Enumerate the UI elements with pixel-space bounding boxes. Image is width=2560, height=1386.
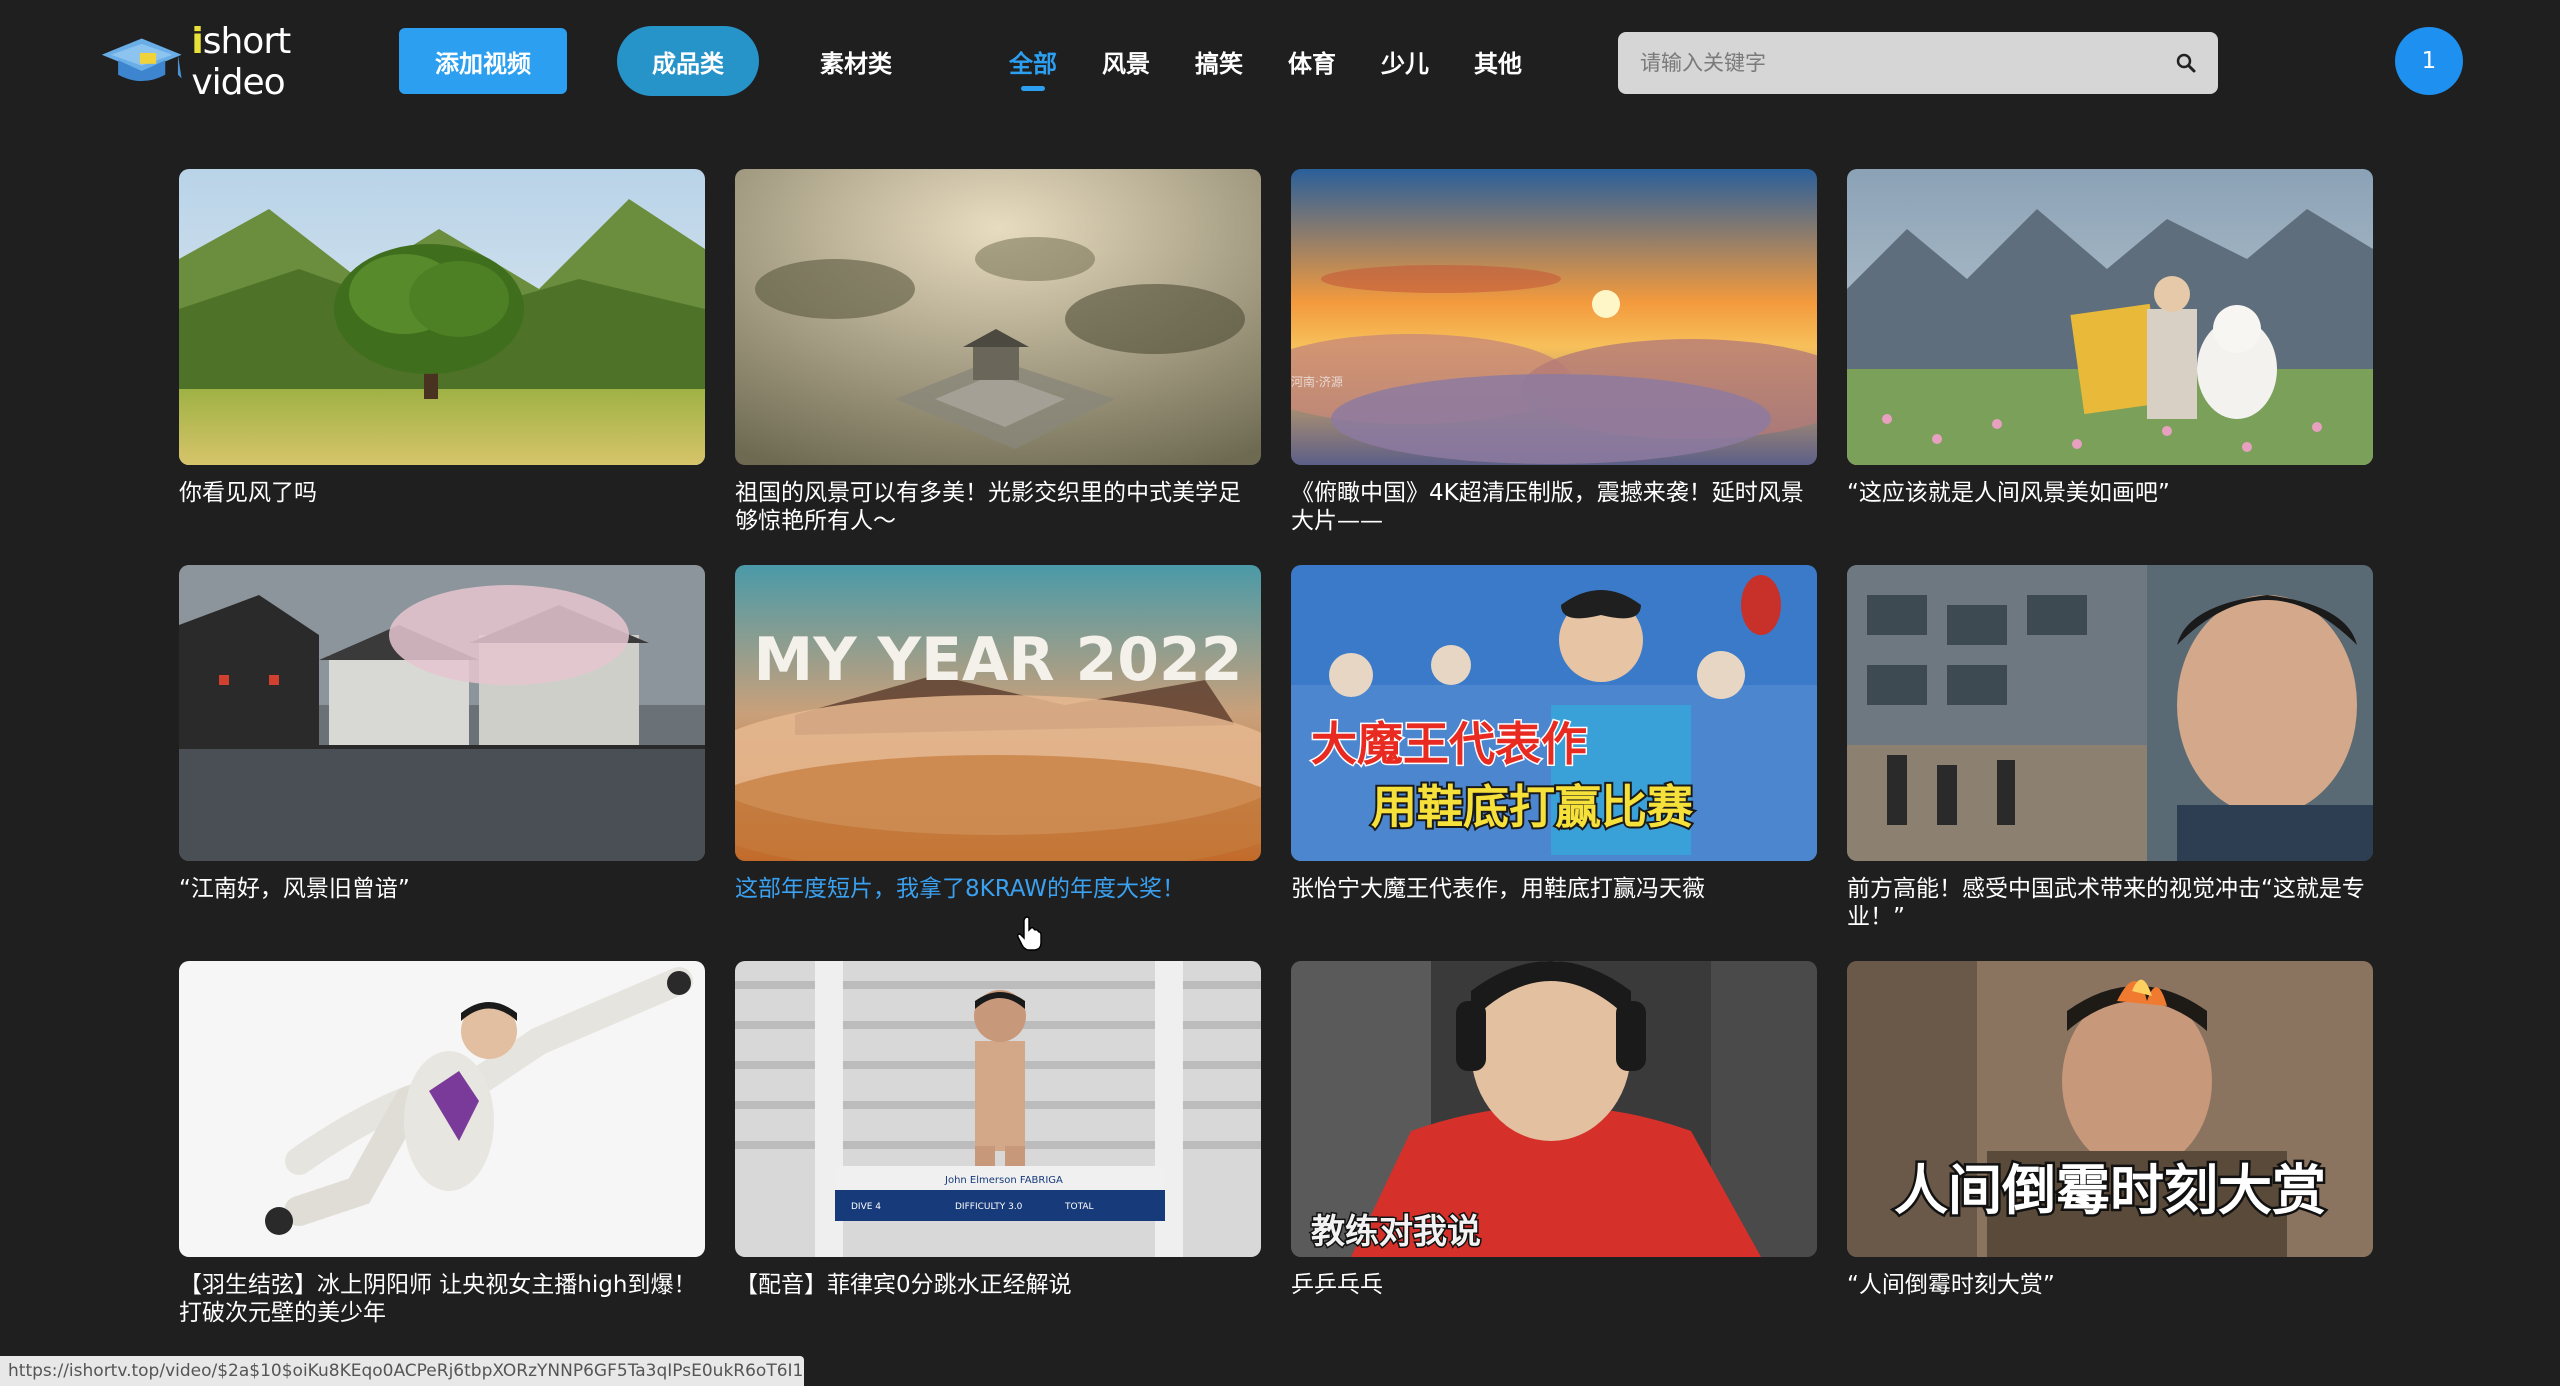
video-title[interactable]: 【羽生结弦】冰上阴阳师 让央视女主播high到爆！打破次元壁的美少年 <box>179 1271 705 1327</box>
jiangnan-village-image <box>179 565 705 861</box>
video-thumbnail[interactable]: 人间倒霉时刻大赏 <box>1847 961 2373 1257</box>
search-box <box>1618 32 2218 94</box>
misty-palace-image <box>735 169 1261 465</box>
thumbnail-overlay-text: 教练对我说 <box>1311 1212 1481 1252</box>
video-card[interactable]: John Elmerson FABRIGA DIVE 4 DIFFICULTY … <box>735 961 1261 1299</box>
landscape-tree-image <box>179 169 705 465</box>
video-thumbnail[interactable]: MY YEAR 2022 <box>735 565 1261 861</box>
sunset-clouds-image: 河南·济源 <box>1291 169 1817 465</box>
video-card[interactable]: “江南好，风景旧曾谙” <box>179 565 705 903</box>
video-title[interactable]: 张怡宁大魔王代表作，用鞋底打赢冯天薇 <box>1291 875 1817 903</box>
martial-arts-man-image <box>1847 565 2373 861</box>
figure-skater-image <box>179 961 705 1257</box>
scoreboard-name: John Elmerson FABRIGA <box>944 1175 1063 1186</box>
video-card[interactable]: 人间倒霉时刻大赏 “人间倒霉时刻大赏” <box>1847 961 2373 1299</box>
table-tennis-player-image: 大魔王代表作 用鞋底打赢比赛 <box>1291 565 1817 861</box>
video-card[interactable]: MY YEAR 2022 这部年度短片，我拿了8KRAW的年度大奖！ <box>735 565 1261 903</box>
finished-category-button[interactable]: 成品类 <box>617 26 759 96</box>
top-navbar: ishort video 添加视频 成品类 素材类 全部 风景 搞笑 体育 少儿… <box>0 0 2560 130</box>
video-title[interactable]: “这应该就是人间风景美如画吧” <box>1847 479 2373 507</box>
video-card[interactable]: 【羽生结弦】冰上阴阳师 让央视女主播high到爆！打破次元壁的美少年 <box>179 961 705 1327</box>
scoreboard-difficulty: DIFFICULTY 3.0 <box>955 1202 1023 1212</box>
thumbnail-overlay-text: 用鞋底打赢比赛 <box>1371 780 1694 834</box>
my-year-2022-image: MY YEAR 2022 <box>735 565 1261 861</box>
search-input[interactable] <box>1638 50 2162 76</box>
video-title[interactable]: 你看见风了吗 <box>179 479 705 507</box>
search-icon[interactable] <box>2174 51 2198 75</box>
video-title[interactable]: 《俯瞰中国》4K超清压制版，震撼来袭！延时风景大片—— <box>1291 479 1817 535</box>
tab-other[interactable]: 其他 <box>1468 28 1528 94</box>
material-category-button[interactable]: 素材类 <box>800 28 912 94</box>
video-thumbnail[interactable] <box>179 565 705 861</box>
video-title[interactable]: “人间倒霉时刻大赏” <box>1847 1271 2373 1299</box>
tab-scenery[interactable]: 风景 <box>1096 28 1156 94</box>
video-thumbnail[interactable] <box>179 961 705 1257</box>
thumbnail-overlay-text: 大魔王代表作 <box>1311 717 1587 771</box>
watermark-text: 河南·济源 <box>1291 374 1343 389</box>
active-tab-indicator <box>1021 86 1045 91</box>
tab-all[interactable]: 全部 <box>1003 28 1063 94</box>
video-thumbnail[interactable] <box>735 169 1261 465</box>
site-logo[interactable]: ishort video <box>100 21 375 103</box>
diver-platform-image: John Elmerson FABRIGA DIVE 4 DIFFICULTY … <box>735 961 1261 1257</box>
tab-funny[interactable]: 搞笑 <box>1189 28 1249 94</box>
video-thumbnail[interactable] <box>1847 169 2373 465</box>
video-title[interactable]: 前方高能！感受中国武术带来的视觉冲击“这就是专业！” <box>1847 875 2373 931</box>
unlucky-moments-image: 人间倒霉时刻大赏 <box>1847 961 2373 1257</box>
thumbnail-overlay-text: 人间倒霉时刻大赏 <box>1894 1159 2326 1222</box>
tab-sports[interactable]: 体育 <box>1282 28 1342 94</box>
video-title[interactable]: “江南好，风景旧曾谙” <box>179 875 705 903</box>
video-card[interactable]: 大魔王代表作 用鞋底打赢比赛 张怡宁大魔王代表作，用鞋底打赢冯天薇 <box>1291 565 1817 903</box>
video-thumbnail[interactable] <box>179 169 705 465</box>
tab-kids[interactable]: 少儿 <box>1375 28 1435 94</box>
add-video-button[interactable]: 添加视频 <box>399 28 567 94</box>
video-thumbnail[interactable] <box>1847 565 2373 861</box>
video-thumbnail[interactable]: John Elmerson FABRIGA DIVE 4 DIFFICULTY … <box>735 961 1261 1257</box>
girl-dog-meadow-image <box>1847 169 2373 465</box>
video-title[interactable]: 【配音】菲律宾0分跳水正经解说 <box>735 1271 1261 1299</box>
video-thumbnail[interactable]: 大魔王代表作 用鞋底打赢比赛 <box>1291 565 1817 861</box>
video-card[interactable]: “这应该就是人间风景美如画吧” <box>1847 169 2373 507</box>
scoreboard-dive: DIVE 4 <box>851 1202 881 1212</box>
logo-text: ishort video <box>191 21 291 103</box>
video-title[interactable]: 这部年度短片，我拿了8KRAW的年度大奖！ <box>735 875 1261 903</box>
thumbnail-overlay-text: MY YEAR 2022 <box>754 625 1243 695</box>
graduation-cap-icon <box>101 38 182 82</box>
video-title[interactable]: 乒乒乓乓 <box>1291 1271 1817 1299</box>
hand-pointer-icon <box>1017 916 1042 951</box>
video-card[interactable]: 教练对我说 乒乒乓乓 <box>1291 961 1817 1299</box>
scoreboard-total: TOTAL <box>1064 1202 1094 1212</box>
singer-headphones-image: 教练对我说 <box>1291 961 1817 1257</box>
video-card[interactable]: 你看见风了吗 <box>179 169 705 507</box>
video-card[interactable]: 前方高能！感受中国武术带来的视觉冲击“这就是专业！” <box>1847 565 2373 931</box>
status-bar-url: https://ishortv.top/video/$2a$10$oiKu8KE… <box>0 1356 804 1386</box>
video-thumbnail[interactable]: 河南·济源 <box>1291 169 1817 465</box>
user-avatar[interactable]: 1 <box>2395 27 2463 95</box>
video-title[interactable]: 祖国的风景可以有多美！光影交织里的中式美学足够惊艳所有人～ <box>735 479 1261 535</box>
video-thumbnail[interactable]: 教练对我说 <box>1291 961 1817 1257</box>
video-card[interactable]: 河南·济源 《俯瞰中国》4K超清压制版，震撼来袭！延时风景大片—— <box>1291 169 1817 535</box>
video-card[interactable]: 祖国的风景可以有多美！光影交织里的中式美学足够惊艳所有人～ <box>735 169 1261 535</box>
